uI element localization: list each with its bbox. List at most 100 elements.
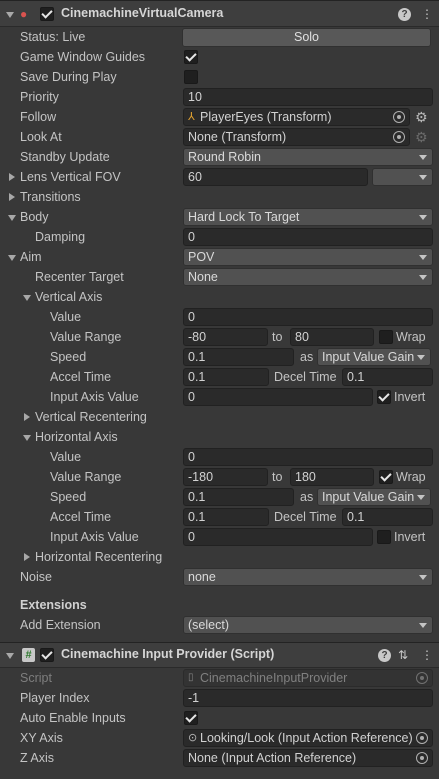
v-wrap-checkbox[interactable] <box>379 330 393 344</box>
sliders-icon[interactable]: ⇅ <box>398 648 408 662</box>
h-range-to-label: to <box>272 470 283 484</box>
priority-field[interactable]: 10 <box>183 88 433 106</box>
game-window-guides-checkbox[interactable] <box>184 50 198 64</box>
recenter-target-value: None <box>188 270 218 284</box>
input-provider-enabled-checkbox[interactable] <box>40 648 54 662</box>
chevron-down-icon <box>417 495 425 500</box>
vcam-foldout-arrow[interactable] <box>6 12 14 18</box>
noise-value: none <box>188 570 216 584</box>
lens-preset-dropdown[interactable] <box>372 168 433 186</box>
script-file-icon: ▯ <box>188 672 194 683</box>
h-speed-field[interactable]: 0.1 <box>183 488 294 506</box>
chevron-down-icon <box>419 215 427 220</box>
h-range-min-field[interactable]: -180 <box>183 468 268 486</box>
recenter-target-dropdown[interactable]: None <box>183 268 433 286</box>
h-range-max-field[interactable]: 180 <box>290 468 374 486</box>
extensions-heading: Extensions <box>20 598 87 612</box>
xy-axis-object-picker-icon[interactable] <box>416 732 428 744</box>
kebab-menu-icon[interactable]: ⋮ <box>421 648 433 662</box>
body-label[interactable]: Body <box>20 209 49 225</box>
z-axis-object-picker-icon[interactable] <box>416 752 428 764</box>
input-provider-foldout-arrow[interactable] <box>6 653 14 659</box>
follow-field[interactable]: ⅄ PlayerEyes (Transform) <box>183 108 410 126</box>
input-provider-component-header[interactable]: # Cinemachine Input Provider (Script) ? … <box>0 642 439 668</box>
transitions-label[interactable]: Transitions <box>20 189 81 205</box>
vertical-recentering-label[interactable]: Vertical Recentering <box>35 409 147 425</box>
h-speed-mode-dropdown[interactable]: Input Value Gain <box>317 488 431 506</box>
v-range-max-field[interactable]: 80 <box>290 328 374 346</box>
script-field: ▯ CinemachineInputProvider <box>183 669 433 687</box>
chevron-down-icon <box>419 575 427 580</box>
solo-button[interactable]: Solo <box>182 28 431 47</box>
gear-icon[interactable]: ⚙ <box>415 110 428 124</box>
help-icon[interactable]: ? <box>398 8 411 21</box>
vcam-enabled-checkbox[interactable] <box>40 7 54 21</box>
auto-enable-inputs-checkbox[interactable] <box>184 711 198 725</box>
standby-update-value: Round Robin <box>188 150 261 164</box>
vertical-axis-label[interactable]: Vertical Axis <box>35 289 102 305</box>
h-value-field[interactable]: 0 <box>183 448 433 466</box>
follow-label: Follow <box>20 110 57 124</box>
xy-axis-value: Looking/Look (Input Action Reference) <box>200 731 413 745</box>
z-axis-value: None (Input Action Reference) <box>188 751 357 765</box>
v-range-label: Value Range <box>50 330 122 344</box>
v-accel-label: Accel Time <box>50 370 112 384</box>
v-speed-mode-dropdown[interactable]: Input Value Gain <box>317 348 431 366</box>
horizontal-axis-label[interactable]: Horizontal Axis <box>35 429 118 445</box>
standby-update-label: Standby Update <box>20 150 110 164</box>
chevron-down-icon <box>419 175 427 180</box>
h-invert-checkbox[interactable] <box>377 530 391 544</box>
chevron-down-icon <box>419 155 427 160</box>
aim-label[interactable]: Aim <box>20 249 42 265</box>
body-dropdown[interactable]: Hard Lock To Target <box>183 208 433 226</box>
add-extension-dropdown[interactable]: (select) <box>183 616 433 634</box>
v-value-field[interactable]: 0 <box>183 308 433 326</box>
h-wrap-checkbox[interactable] <box>379 470 393 484</box>
game-window-guides-label: Game Window Guides <box>20 50 146 64</box>
v-decel-label: Decel Time <box>274 370 337 384</box>
chevron-down-icon <box>419 623 427 628</box>
xy-axis-field[interactable]: ⊙ Looking/Look (Input Action Reference) <box>183 729 433 747</box>
help-icon[interactable]: ? <box>378 649 391 662</box>
lens-fov-field[interactable]: 60 <box>183 168 368 186</box>
h-invert-label: Invert <box>394 530 426 544</box>
damping-field[interactable]: 0 <box>183 228 433 246</box>
v-range-min-field[interactable]: -80 <box>183 328 268 346</box>
v-speed-field[interactable]: 0.1 <box>183 348 294 366</box>
save-during-play-checkbox[interactable] <box>184 70 198 84</box>
h-input-field[interactable]: 0 <box>183 528 373 546</box>
follow-object-picker-icon[interactable] <box>393 111 405 123</box>
transitions-foldout-arrow[interactable] <box>9 193 15 201</box>
look-at-field[interactable]: None (Transform) <box>183 128 410 146</box>
horizontal-axis-foldout-arrow[interactable] <box>23 435 31 441</box>
v-accel-field[interactable]: 0.1 <box>183 368 269 386</box>
vcam-component-header[interactable]: ● CinemachineVirtualCamera ? ⋮ <box>0 0 439 27</box>
horizontal-recentering-label[interactable]: Horizontal Recentering <box>35 549 162 565</box>
player-index-field[interactable]: -1 <box>183 689 433 707</box>
v-invert-checkbox[interactable] <box>377 390 391 404</box>
kebab-menu-icon[interactable]: ⋮ <box>421 7 433 21</box>
noise-dropdown[interactable]: none <box>183 568 433 586</box>
look-at-label: Look At <box>20 130 62 144</box>
horizontal-recentering-foldout-arrow[interactable] <box>24 553 30 561</box>
input-action-icon: ⊙ <box>188 732 198 744</box>
body-foldout-arrow[interactable] <box>8 215 16 221</box>
standby-update-dropdown[interactable]: Round Robin <box>183 148 433 166</box>
h-speed-label: Speed <box>50 490 87 504</box>
vertical-axis-foldout-arrow[interactable] <box>23 295 31 301</box>
camera-icon: ● <box>20 7 28 21</box>
h-decel-field[interactable]: 0.1 <box>342 508 433 526</box>
look-at-object-picker-icon[interactable] <box>393 131 405 143</box>
chevron-down-icon <box>419 275 427 280</box>
v-decel-field[interactable]: 0.1 <box>342 368 433 386</box>
aim-foldout-arrow[interactable] <box>8 255 16 261</box>
vertical-recentering-foldout-arrow[interactable] <box>24 413 30 421</box>
z-axis-field[interactable]: None (Input Action Reference) <box>183 749 433 767</box>
aim-dropdown[interactable]: POV <box>183 248 433 266</box>
v-input-label: Input Axis Value <box>50 390 139 404</box>
v-input-field[interactable]: 0 <box>183 388 373 406</box>
lens-foldout-arrow[interactable] <box>9 173 15 181</box>
h-accel-field[interactable]: 0.1 <box>183 508 269 526</box>
save-during-play-label: Save During Play <box>20 70 117 84</box>
transform-icon: ⅄ <box>188 111 195 123</box>
